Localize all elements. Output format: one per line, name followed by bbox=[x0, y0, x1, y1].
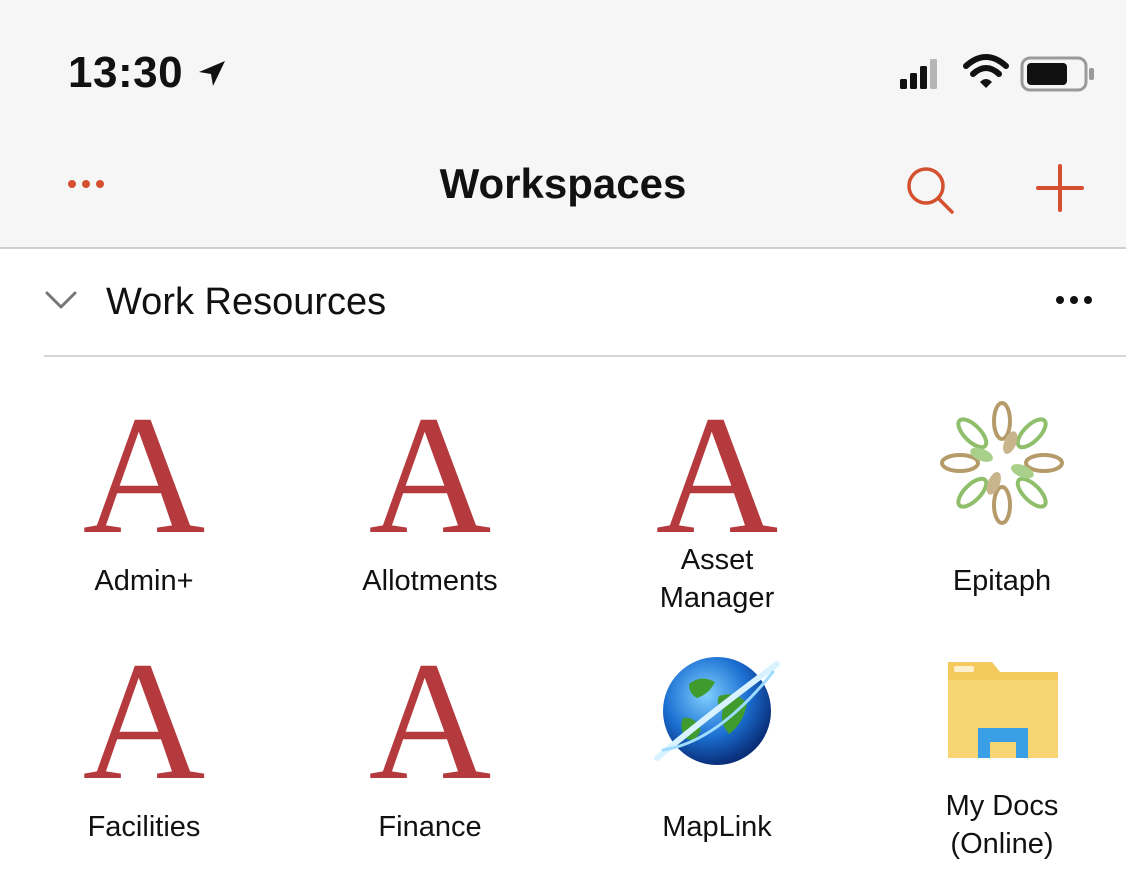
app-label: Facilities bbox=[87, 811, 201, 843]
letter-a-icon: A bbox=[368, 381, 492, 569]
add-button[interactable] bbox=[1034, 162, 1086, 214]
battery-icon bbox=[1020, 56, 1094, 92]
app-label: MapLink bbox=[662, 811, 772, 843]
status-time: 13:30 bbox=[68, 48, 184, 97]
app-tile-asset-manager[interactable]: A Asset Manager bbox=[597, 381, 837, 630]
globe-icon bbox=[654, 657, 780, 765]
location-arrow-icon bbox=[199, 61, 225, 86]
top-bar: 13:30 Workspaces bbox=[0, 0, 1126, 249]
app-tile-admin[interactable]: A Admin+ bbox=[24, 381, 264, 630]
app-tile-allotments[interactable]: A Allotments bbox=[310, 381, 550, 630]
status-bar: 13:30 bbox=[0, 0, 1126, 140]
app-label-line-2: (Online) bbox=[950, 828, 1054, 860]
app-label-line-2: Manager bbox=[659, 582, 775, 614]
section-title: Work Resources bbox=[106, 281, 387, 323]
chevron-down-icon[interactable] bbox=[44, 289, 78, 311]
app-label-line-1: Asset bbox=[680, 544, 754, 576]
app-tile-finance[interactable]: A Finance bbox=[310, 627, 550, 876]
letter-a-icon: A bbox=[82, 381, 206, 569]
nav-bar: Workspaces bbox=[0, 140, 1126, 247]
section-more-button[interactable] bbox=[1054, 293, 1094, 307]
app-tile-maplink[interactable]: MapLink bbox=[597, 646, 837, 876]
app-label: Allotments bbox=[362, 565, 498, 597]
app-label-line-1: My Docs bbox=[945, 790, 1059, 822]
wifi-icon bbox=[963, 54, 1009, 88]
app-label: Finance bbox=[378, 811, 482, 843]
app-tile-epitaph[interactable]: Epitaph bbox=[882, 400, 1122, 630]
letter-a-icon: A bbox=[368, 627, 492, 815]
app-label: Admin+ bbox=[94, 565, 194, 597]
cellular-signal-icon bbox=[900, 59, 937, 89]
app-tile-facilities[interactable]: A Facilities bbox=[24, 627, 264, 876]
app-label: Epitaph bbox=[952, 565, 1052, 597]
app-tile-my-docs[interactable]: My Docs (Online) bbox=[882, 646, 1122, 876]
search-button[interactable] bbox=[902, 162, 958, 218]
letter-a-icon: A bbox=[655, 381, 779, 569]
section-header[interactable]: Work Resources bbox=[44, 249, 1126, 357]
letter-a-icon: A bbox=[82, 627, 206, 815]
leaf-wreath-icon bbox=[940, 401, 1064, 525]
folder-icon bbox=[948, 662, 1058, 758]
